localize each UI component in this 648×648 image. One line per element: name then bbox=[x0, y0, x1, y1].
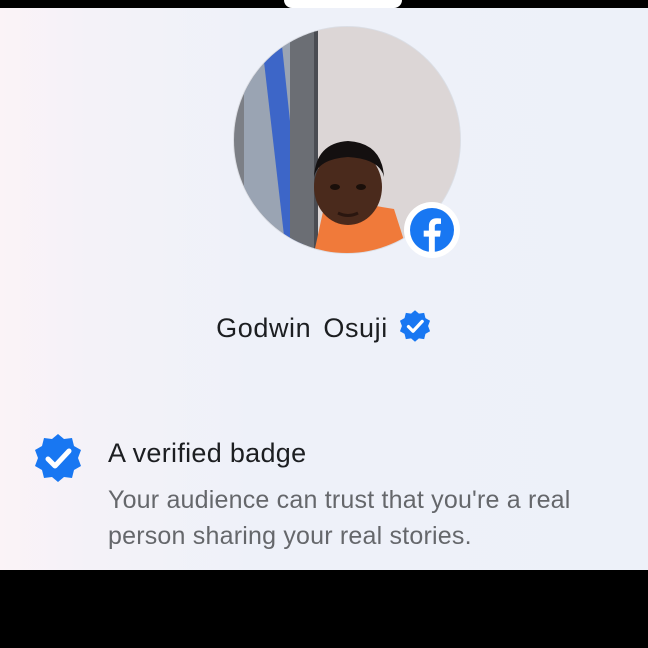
verified-badge-icon bbox=[398, 309, 432, 348]
bottom-bar bbox=[0, 570, 648, 648]
feature-description-line: Your audience can trust that you're a re… bbox=[108, 486, 571, 514]
verification-screen: Godwin Osuji A verified badge Your audie… bbox=[0, 8, 648, 570]
facebook-logo-icon bbox=[404, 202, 460, 258]
verified-badge-icon bbox=[32, 432, 84, 484]
feature-description: Your audience can trust that you're a re… bbox=[108, 482, 648, 554]
profile-name-row: Godwin Osuji bbox=[0, 308, 648, 348]
feature-title: A verified badge bbox=[108, 438, 307, 468]
top-handle bbox=[284, 0, 402, 8]
profile-name: Godwin Osuji bbox=[216, 312, 388, 343]
feature-description-line: person sharing your real stories. bbox=[108, 522, 472, 550]
